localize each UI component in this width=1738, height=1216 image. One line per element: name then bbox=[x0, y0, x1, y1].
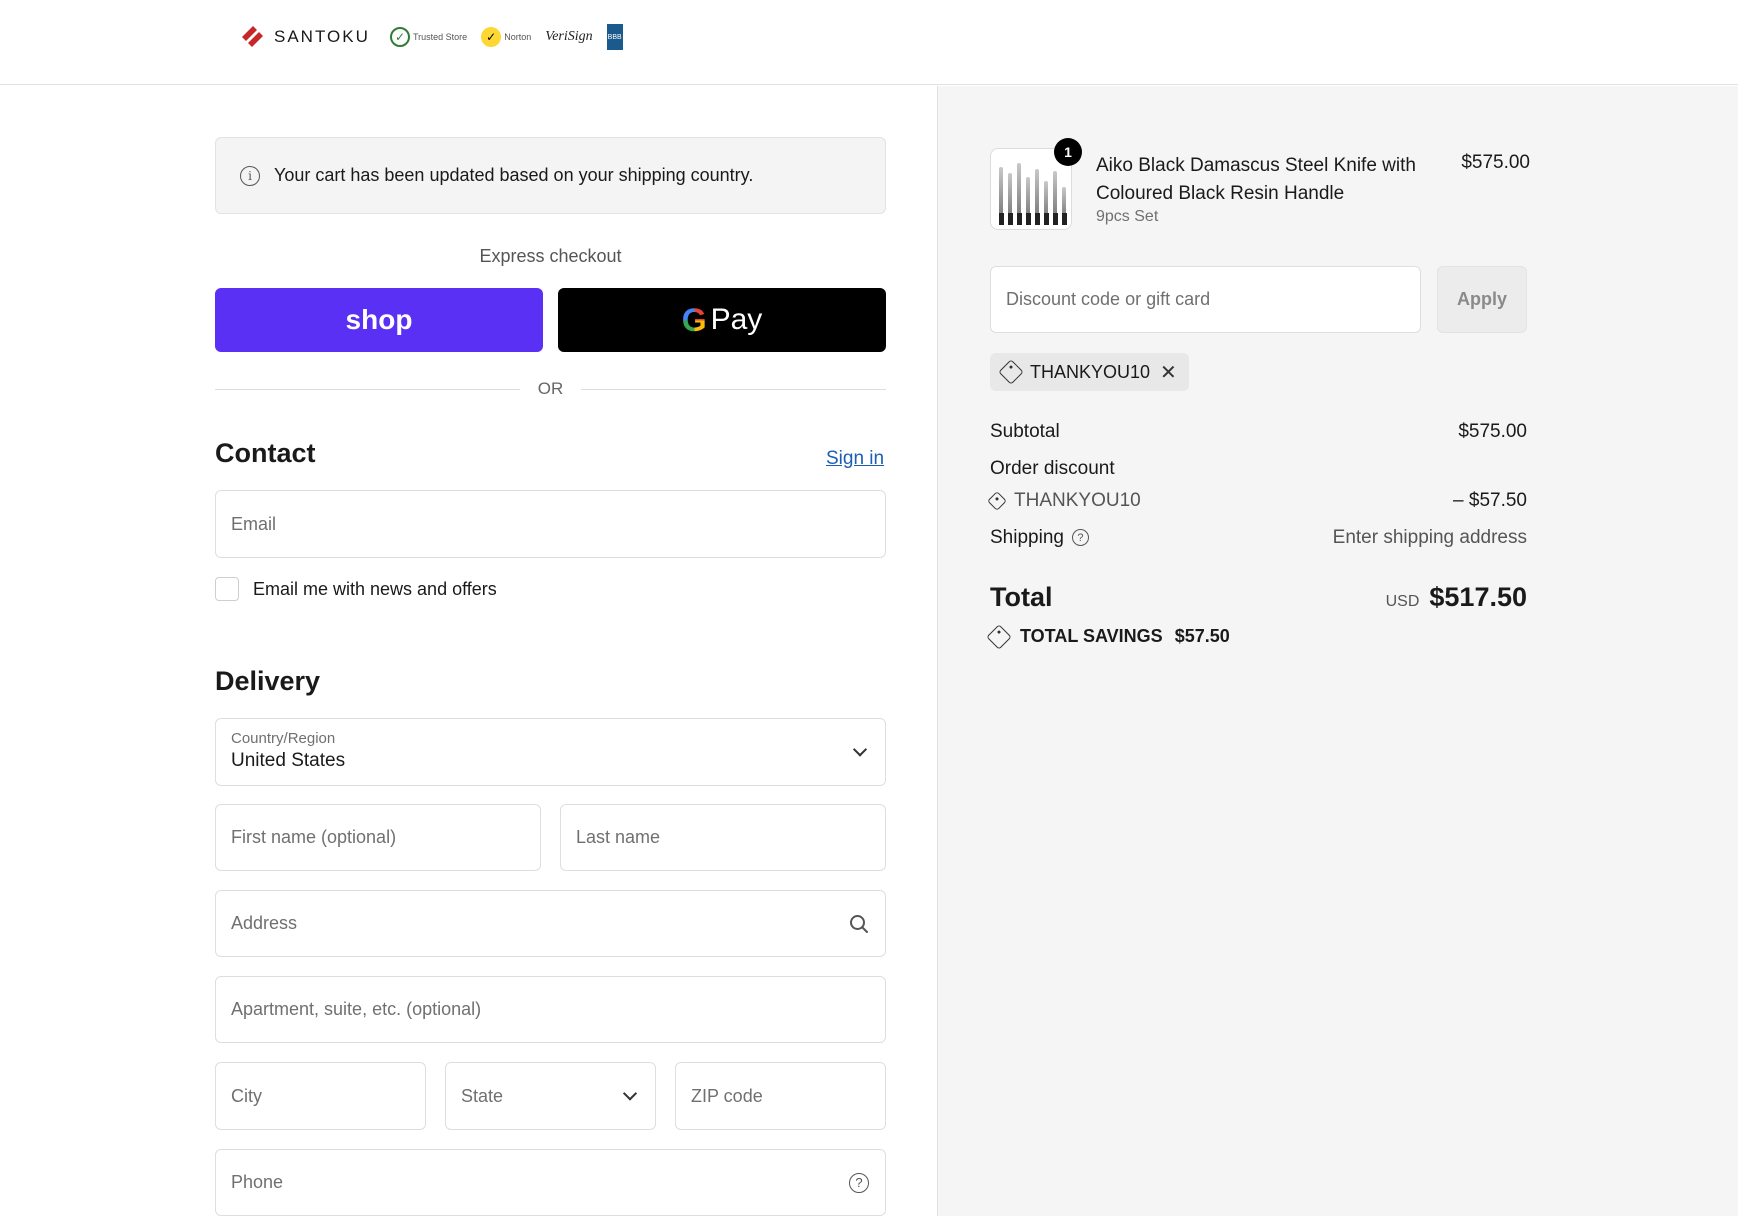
zip-code-field[interactable]: ZIP code bbox=[675, 1062, 886, 1130]
quantity-badge: 1 bbox=[1054, 138, 1082, 166]
subtotal-row: Subtotal $575.00 bbox=[990, 421, 1527, 442]
verisign-badge: VeriSign bbox=[545, 29, 593, 44]
chevron-down-icon bbox=[622, 1086, 638, 1101]
city-field[interactable]: City bbox=[215, 1062, 426, 1130]
notice-text: Your cart has been updated based on your… bbox=[274, 165, 754, 185]
order-discount-row: Order discount bbox=[990, 458, 1115, 479]
norton-badge: ✓ Norton bbox=[481, 24, 531, 50]
check-icon: ✓ bbox=[390, 27, 410, 47]
trusted-store-badge: ✓ Trusted Store bbox=[390, 24, 467, 50]
order-summary-column: 1 Aiko Black Damascus Steel Knife with C… bbox=[937, 86, 1738, 1216]
first-name-field[interactable]: First name (optional) bbox=[215, 804, 541, 871]
product-variant: 9pcs Set bbox=[1096, 208, 1159, 225]
logo-text: SANTOKU bbox=[274, 27, 370, 46]
help-icon[interactable]: ? bbox=[849, 1172, 869, 1193]
santoku-logo-icon bbox=[242, 26, 263, 47]
discount-code-field[interactable]: Discount code or gift card bbox=[990, 266, 1421, 333]
shipping-row: Shipping? Enter shipping address bbox=[990, 527, 1527, 548]
applied-discount-chip: THANKYOU10 ✕ bbox=[990, 353, 1189, 391]
tag-icon bbox=[987, 491, 1007, 511]
or-divider: OR bbox=[215, 379, 886, 399]
address-field[interactable]: Address bbox=[215, 890, 886, 957]
sign-in-link[interactable]: Sign in bbox=[826, 448, 884, 470]
newsletter-label: Email me with news and offers bbox=[253, 578, 497, 599]
checkout-form-column: i Your cart has been updated based on yo… bbox=[0, 86, 937, 1216]
apply-discount-button[interactable]: Apply bbox=[1437, 266, 1527, 333]
search-icon bbox=[850, 914, 868, 933]
tag-icon bbox=[998, 359, 1024, 385]
email-field[interactable]: Email bbox=[215, 490, 886, 558]
remove-discount-icon[interactable]: ✕ bbox=[1160, 360, 1177, 385]
discount-code-row: THANKYOU10 – $57.50 bbox=[987, 490, 1527, 512]
cart-updated-notice: i Your cart has been updated based on yo… bbox=[215, 137, 886, 214]
google-g-icon: G bbox=[681, 301, 707, 338]
express-checkout-label: Express checkout bbox=[479, 246, 622, 266]
delivery-heading: Delivery bbox=[215, 666, 321, 696]
bbb-badge: BBB bbox=[606, 24, 623, 50]
last-name-field[interactable]: Last name bbox=[560, 804, 886, 871]
shop-pay-button[interactable]: shop bbox=[215, 288, 543, 352]
store-logo[interactable]: SANTOKU bbox=[240, 24, 370, 50]
total-savings: TOTAL SAVINGS $57.50 bbox=[986, 623, 1230, 650]
site-header: SANTOKU ✓ Trusted Store ✓ Norton VeriSig… bbox=[0, 0, 1738, 85]
phone-field[interactable]: Phone ? bbox=[215, 1149, 886, 1216]
tag-icon bbox=[986, 623, 1012, 650]
help-icon[interactable]: ? bbox=[1071, 529, 1089, 547]
country-select[interactable]: Country/Region United States bbox=[215, 718, 886, 786]
trust-badges: ✓ Trusted Store ✓ Norton VeriSign BBB bbox=[390, 24, 623, 50]
check-icon: ✓ bbox=[481, 27, 502, 47]
total-row: Total USD $517.50 bbox=[990, 582, 1527, 612]
apartment-field[interactable]: Apartment, suite, etc. (optional) bbox=[215, 976, 886, 1043]
newsletter-checkbox[interactable] bbox=[215, 577, 239, 601]
product-name: Aiko Black Damascus Steel Knife with Col… bbox=[1096, 155, 1416, 204]
newsletter-option[interactable]: Email me with news and offers bbox=[215, 577, 497, 601]
applied-code: THANKYOU10 bbox=[1030, 361, 1151, 382]
google-pay-button[interactable]: G Pay bbox=[558, 288, 886, 352]
state-select[interactable]: State bbox=[445, 1062, 656, 1130]
product-price: $575.00 bbox=[1461, 152, 1530, 173]
contact-heading: Contact bbox=[215, 438, 316, 468]
info-icon: i bbox=[240, 165, 260, 186]
